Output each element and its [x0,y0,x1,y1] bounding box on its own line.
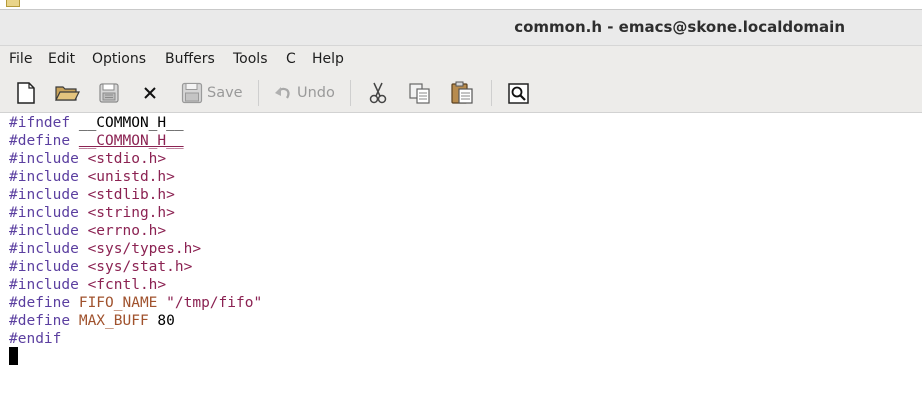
save-disk-icon [99,83,119,103]
menu-file[interactable]: File [9,51,32,67]
open-file-button[interactable] [54,81,80,105]
code-line: #include <unistd.h> [9,169,175,185]
undo-label: Undo [297,85,335,101]
close-buffer-button[interactable] [139,81,161,105]
copy-icon [409,83,430,104]
code-line: #include <stdio.h> [9,151,167,167]
toolbar: Save Undo [0,73,922,113]
title-bar: common.h - emacs@skone.localdomain [0,9,922,46]
code-line: #include <errno.h> [9,223,167,239]
toolbar-separator [258,80,259,106]
copy-button[interactable] [408,81,432,105]
code-line: #ifndef __COMMON_H__ [9,115,184,131]
paste-button[interactable] [450,81,474,105]
menu-help[interactable]: Help [312,51,344,67]
editor-buffer[interactable]: #ifndef __COMMON_H__ #define __COMMON_H_… [0,113,922,405]
window-title: common.h - emacs@skone.localdomain [514,18,845,36]
save-label: Save [207,85,243,101]
toolbar-separator [491,80,492,106]
paste-icon [451,81,473,104]
save-button[interactable]: Save [181,81,243,105]
save-icon [181,82,203,104]
menu-edit[interactable]: Edit [48,51,75,67]
new-file-icon [17,82,35,104]
code-line: #define FIFO_NAME "/tmp/fifo" [9,295,263,311]
code-line: #endif [9,331,62,347]
open-folder-icon [55,86,80,101]
new-file-button[interactable] [14,81,38,105]
menu-buffers[interactable]: Buffers [165,51,215,67]
close-icon [144,87,156,99]
code-line: #include <stdlib.h> [9,187,175,203]
folder-icon [6,0,20,7]
code-line: #define __COMMON_H__ [9,133,184,149]
code-line: #include <sys/types.h> [9,241,202,257]
code-line: #define MAX_BUFF 80 [9,313,175,329]
top-strip [0,0,922,9]
menu-options[interactable]: Options [92,51,146,67]
menu-c[interactable]: C [286,51,296,67]
cut-icon [369,82,387,104]
cut-button[interactable] [366,81,390,105]
menu-bar: File Edit Options Buffers Tools C Help [0,46,922,73]
code-line: #include <fcntl.h> [9,277,167,293]
undo-button[interactable]: Undo [273,81,335,105]
save-disk-button[interactable] [97,81,121,105]
undo-icon [275,87,290,99]
toolbar-separator [350,80,351,106]
search-icon [508,83,529,104]
code-line: #include <sys/stat.h> [9,259,193,275]
code-line: #include <string.h> [9,205,175,221]
search-button[interactable] [507,81,531,105]
menu-tools[interactable]: Tools [233,51,268,67]
text-cursor [9,347,18,365]
